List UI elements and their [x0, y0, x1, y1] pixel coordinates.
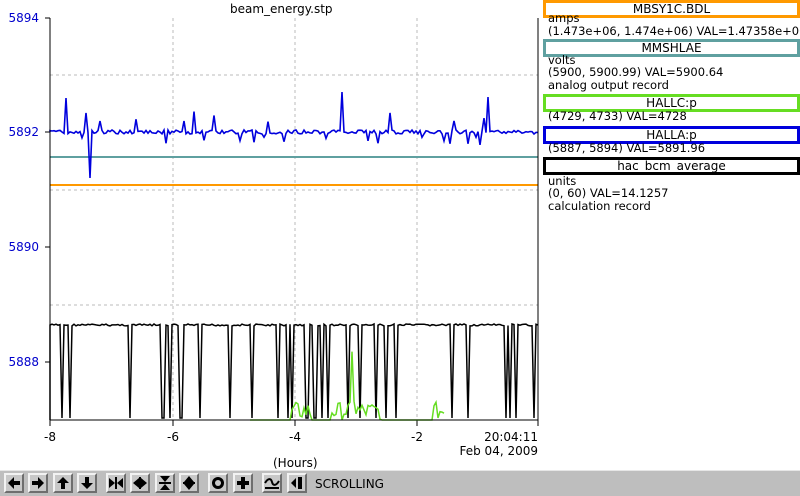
x-axis-units: (Hours)	[273, 456, 318, 470]
trace-halla-p	[49, 91, 538, 179]
y-tick-label: 5890	[8, 240, 39, 254]
zoom-in-vertical-icon[interactable]	[155, 473, 175, 493]
y-tick-label: 5888	[8, 355, 39, 369]
scrolling-status: SCROLLING	[315, 477, 384, 491]
reset-icon[interactable]	[208, 473, 228, 493]
scroll-mode-icon[interactable]	[287, 473, 307, 493]
zoom-out-vertical-icon[interactable]	[179, 473, 199, 493]
right-arrow-icon[interactable]	[28, 473, 48, 493]
up-arrow-icon[interactable]	[53, 473, 73, 493]
autoscale-icon[interactable]	[262, 473, 282, 493]
channel-hac-bcm-average-desc: calculation record	[548, 199, 651, 213]
down-arrow-icon[interactable]	[77, 473, 97, 493]
channel-mmshlae[interactable]: MMSHLAE	[543, 39, 800, 57]
channel-halla-p-range: (5887, 5894) VAL=5891.96	[548, 141, 706, 155]
channel-mbsy1c-bdl-range: (1.473e+06, 1.474e+06) VAL=1.47358e+06	[548, 24, 800, 38]
strip-chart-plot[interactable]: 5894 5892 5890 5888 -8 -6 -4 -2	[0, 0, 543, 470]
channel-hac-bcm-average[interactable]: hac_bcm_average	[543, 157, 800, 175]
left-arrow-icon[interactable]	[4, 473, 24, 493]
channel-hallc-p-range: (4729, 4733) VAL=4728	[548, 109, 687, 123]
add-icon[interactable]	[233, 473, 253, 493]
x-tick-label: -6	[167, 430, 179, 444]
x-axis-end-date: Feb 04, 2009	[459, 444, 539, 458]
zoom-in-horizontal-icon[interactable]	[106, 473, 126, 493]
channel-mmshlae-desc: analog output record	[548, 78, 669, 92]
x-tick-label: -4	[289, 430, 301, 444]
x-axis-end-time: 20:04:11	[484, 430, 538, 444]
x-tick-label: -2	[411, 430, 423, 444]
y-tick-label: 5892	[8, 125, 39, 139]
x-tick-label: -8	[44, 430, 56, 444]
y-tick-label: 5894	[8, 11, 39, 25]
channel-mbsy1c-bdl[interactable]: MBSY1C.BDL	[543, 0, 800, 18]
toolbar: SCROLLING	[0, 470, 800, 496]
zoom-out-horizontal-icon[interactable]	[130, 473, 150, 493]
